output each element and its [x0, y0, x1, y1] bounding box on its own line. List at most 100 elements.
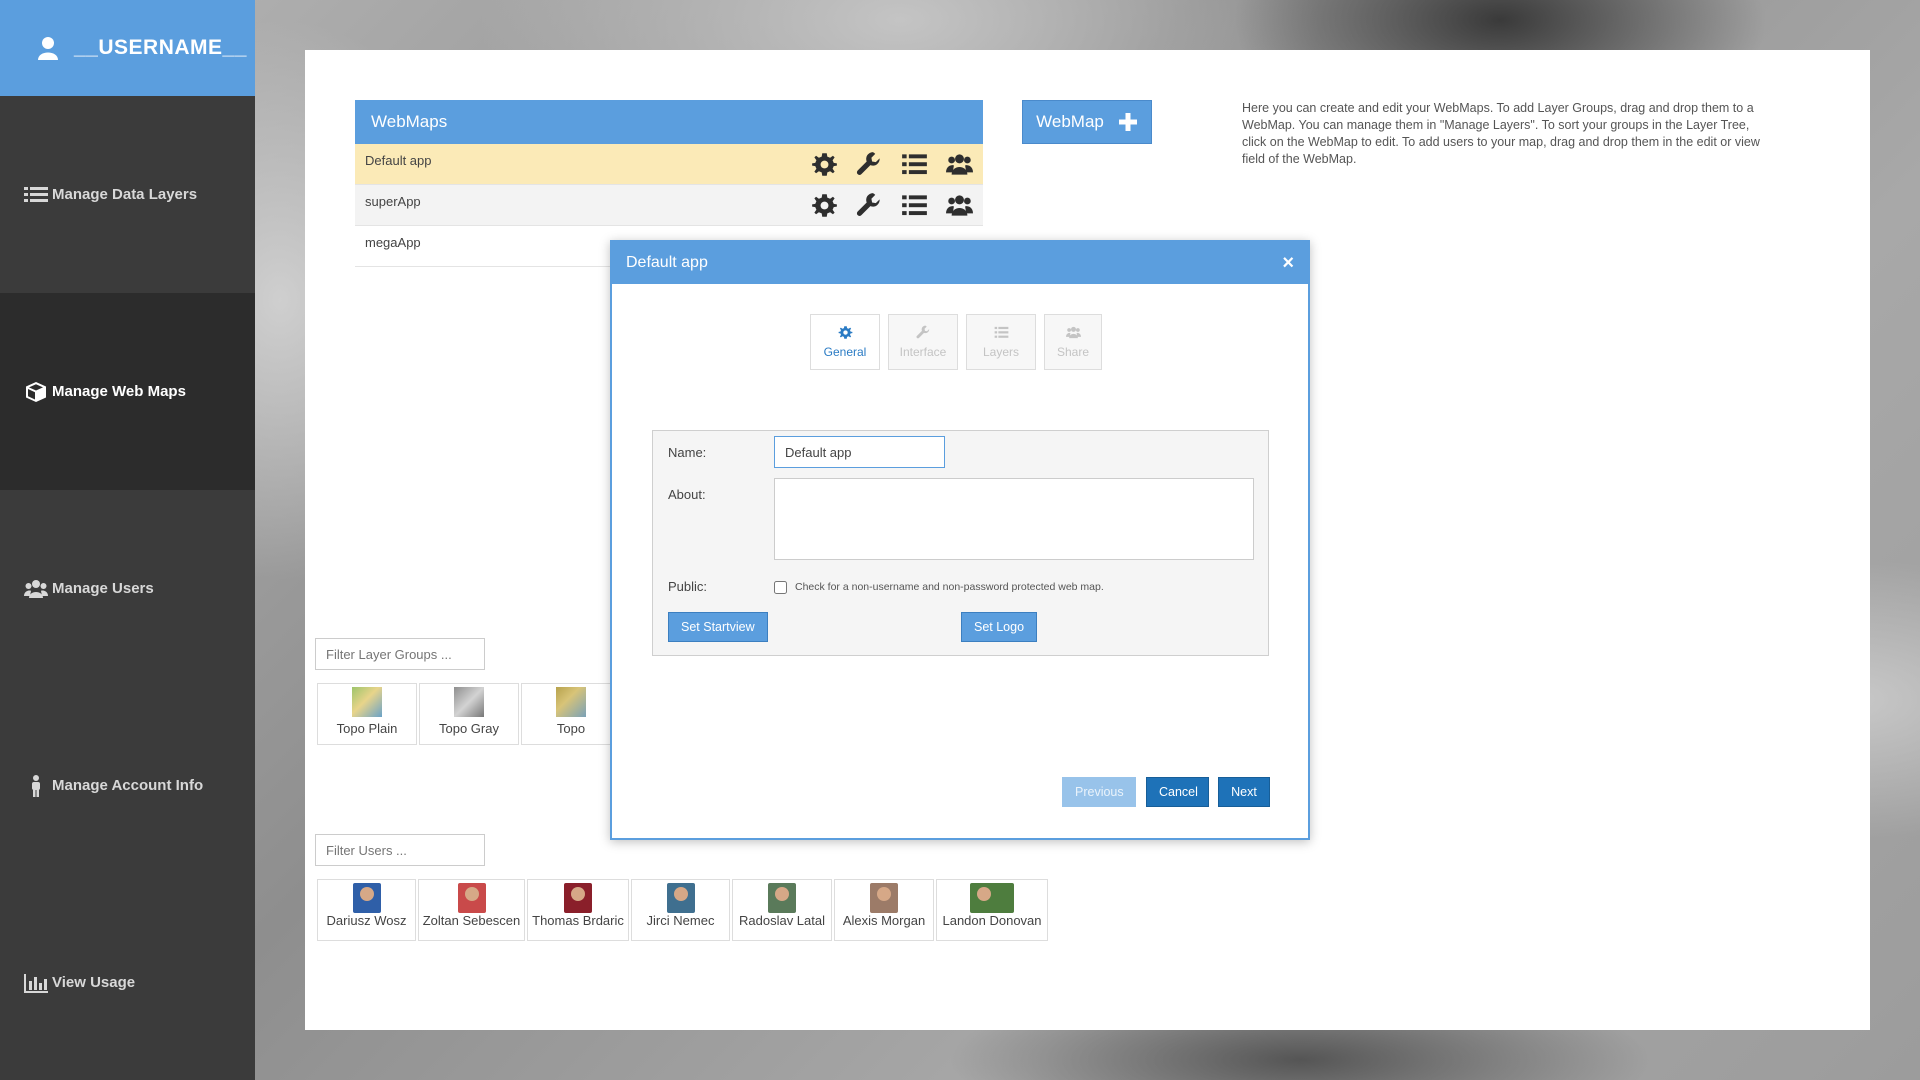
tab-label: Share: [1056, 345, 1090, 359]
name-label: Name:: [668, 445, 707, 460]
avatar: [564, 883, 592, 913]
filter-layer-groups-input[interactable]: [315, 638, 485, 670]
nav-label: Manage Web Maps: [52, 383, 186, 400]
list-icon[interactable]: [899, 192, 930, 219]
next-button[interactable]: Next: [1218, 777, 1270, 807]
public-checkbox[interactable]: [774, 581, 787, 594]
wrench-icon: [916, 325, 929, 339]
user-tile[interactable]: Zoltan Sebescen: [418, 879, 525, 941]
set-logo-button[interactable]: Set Logo: [961, 612, 1038, 642]
user-tile[interactable]: Alexis Morgan: [834, 879, 934, 941]
user-tile[interactable]: Thomas Brdaric: [527, 879, 629, 941]
general-form: Name: About: Public: Check for a non-use…: [652, 430, 1269, 656]
user-name: Zoltan Sebescen: [422, 913, 521, 928]
avatar: [352, 883, 381, 913]
user-tile[interactable]: Radoslav Latal: [732, 879, 832, 941]
public-hint: Check for a non-username and non-passwor…: [795, 581, 1104, 593]
webmap-row[interactable]: Default app: [355, 144, 983, 185]
user-name: Dariusz Wosz: [326, 913, 407, 928]
plus-icon: [1118, 113, 1137, 131]
username: __USERNAME__: [74, 36, 247, 59]
webmap-name: superApp: [365, 194, 421, 209]
users-icon: [1065, 326, 1081, 339]
webmap-name: Default app: [365, 153, 432, 168]
avatar: [768, 883, 796, 913]
user-name: Alexis Morgan: [842, 913, 926, 928]
avatar: [970, 883, 1014, 913]
gear-icon[interactable]: [809, 151, 840, 178]
edit-webmap-dialog: Default app × General Interface Layers S…: [610, 240, 1310, 840]
avatar: [457, 883, 486, 913]
avatar: [666, 883, 695, 913]
add-webmap-button[interactable]: WebMap: [1022, 100, 1152, 144]
nav-manage-account-info[interactable]: Manage Account Info: [0, 687, 255, 884]
gear-icon: [838, 326, 852, 339]
layer-group-tile[interactable]: Topo: [521, 683, 621, 745]
name-field[interactable]: [774, 436, 945, 468]
nav-label: Manage Account Info: [52, 777, 204, 794]
nav-view-usage[interactable]: View Usage: [0, 884, 255, 1080]
avatar: [870, 883, 898, 913]
person-icon: [32, 774, 40, 797]
user-tile[interactable]: Dariusz Wosz: [317, 879, 416, 941]
nav-label: Manage Data Layers: [52, 186, 198, 203]
bar-chart-icon: [24, 973, 48, 993]
user-name: Jirci Nemec: [646, 913, 715, 928]
users-list: Dariusz Wosz Zoltan Sebescen Thomas Brda…: [317, 879, 1048, 941]
user-icon: [38, 37, 58, 60]
close-icon[interactable]: ×: [1282, 252, 1294, 275]
nav-label: Manage Users: [52, 580, 154, 597]
user-tile[interactable]: Jirci Nemec: [631, 879, 730, 941]
list-icon: [994, 326, 1008, 338]
list-icon[interactable]: [899, 151, 930, 178]
dialog-title: Default app: [626, 254, 708, 271]
nav-manage-data-layers[interactable]: Manage Data Layers: [0, 96, 255, 293]
public-label: Public:: [668, 579, 708, 594]
user-tile[interactable]: Landon Donovan: [936, 879, 1048, 941]
dialog-tabs: General Interface Layers Share: [810, 314, 1102, 370]
layer-thumbnail: [556, 687, 586, 717]
cancel-button[interactable]: Cancel: [1146, 777, 1209, 807]
cube-icon: [26, 381, 46, 402]
layer-thumbnail: [454, 687, 484, 717]
list-icon: [24, 186, 48, 202]
previous-button[interactable]: Previous: [1062, 777, 1136, 807]
tab-layers[interactable]: Layers: [966, 314, 1036, 370]
user-name: Radoslav Latal: [739, 913, 825, 928]
nav-label: View Usage: [52, 974, 136, 991]
dialog-header: Default app ×: [612, 242, 1308, 284]
layer-group-name: Topo Gray: [439, 721, 499, 736]
about-label: About:: [668, 487, 706, 502]
tab-share[interactable]: Share: [1044, 314, 1102, 370]
users-icon[interactable]: [944, 192, 975, 219]
gear-icon[interactable]: [809, 192, 840, 219]
set-startview-button[interactable]: Set Startview: [668, 612, 768, 642]
webmap-row[interactable]: superApp: [355, 185, 983, 226]
users-icon[interactable]: [944, 151, 975, 178]
wrench-icon[interactable]: [854, 192, 885, 219]
tab-label: General: [823, 345, 867, 359]
tab-label: Interface: [899, 345, 947, 359]
tab-interface[interactable]: Interface: [888, 314, 958, 370]
user-name: Thomas Brdaric: [532, 913, 624, 928]
tab-label: Layers: [982, 345, 1020, 359]
tab-general[interactable]: General: [810, 314, 880, 370]
users-icon: [24, 579, 48, 598]
nav-manage-web-maps[interactable]: Manage Web Maps: [0, 293, 255, 490]
layer-group-tile[interactable]: Topo Gray: [419, 683, 519, 745]
webmap-name: megaApp: [365, 235, 421, 250]
about-field[interactable]: [774, 478, 1254, 560]
layer-thumbnail: [352, 687, 382, 717]
user-header[interactable]: __USERNAME__: [0, 0, 255, 96]
user-name: Landon Donovan: [942, 913, 1042, 928]
sidebar: __USERNAME__ Manage Data Layers Manage W…: [0, 0, 255, 1080]
wrench-icon[interactable]: [854, 151, 885, 178]
help-text: Here you can create and edit your WebMap…: [1242, 101, 1760, 166]
nav-manage-users[interactable]: Manage Users: [0, 490, 255, 687]
add-webmap-label: WebMap: [1036, 112, 1104, 131]
layer-group-name: Topo: [556, 721, 586, 736]
layer-group-tile[interactable]: Topo Plain: [317, 683, 417, 745]
webmaps-header: WebMaps: [355, 100, 983, 144]
filter-users-input[interactable]: [315, 834, 485, 866]
layer-groups-list: Topo Plain Topo Gray Topo: [317, 683, 621, 745]
